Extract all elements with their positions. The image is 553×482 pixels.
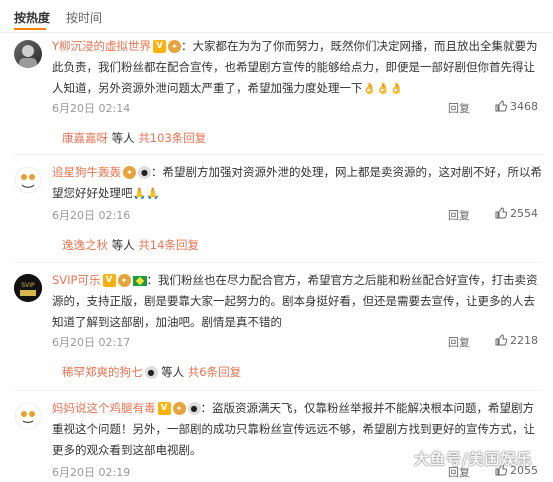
comment-item: 妈妈说这个鸡腿有毒 V ✦ ● ：盗版资源满天飞，仅靠粉丝举报并不能解决根本问题，希望剧… <box>0 396 553 482</box>
avatar-image <box>19 45 37 68</box>
sub-replies-summary[interactable]: 逸逸之秋 等人 共14条回复 <box>62 237 199 253</box>
comment-username[interactable]: Y柳沉浸的虚拟世界 <box>52 39 151 53</box>
fan-emblem-icon: ✦ <box>168 40 182 53</box>
reply-button[interactable]: 回复 <box>448 207 470 223</box>
avatar[interactable] <box>14 402 42 430</box>
comment-item: 追星狗牛轰轰 ✦ ● ：希望剧方加强对资源外泄的处理，网上都是卖资源的，这对剧不好，所… <box>0 160 553 256</box>
avatar-image: SVIP <box>14 274 42 302</box>
sub-reply-user[interactable]: 康嘉嘉呀 <box>62 131 108 145</box>
avatar[interactable]: SVIP <box>14 274 42 302</box>
comment-meta: 6月20日 02:17 回复 2218 <box>52 334 542 352</box>
like-button[interactable]: 3468 <box>495 100 538 113</box>
active-tab-indicator <box>14 28 46 30</box>
comment-time: 6月20日 02:16 <box>52 209 131 222</box>
sub-reply-connector: 等人 <box>108 238 139 252</box>
comment-item: SVIP SVIP可乐 V ✦ ：我们粉丝也在尽力配合官方，希望官方之后能和粉丝配合好… <box>0 268 553 388</box>
sub-reply-connector: 等人 <box>157 365 188 379</box>
vip-badge-icon: V <box>157 402 171 415</box>
thumbs-up-icon <box>495 207 508 219</box>
reply-button[interactable]: 回复 <box>448 334 470 350</box>
comment-meta: 6月20日 02:14 回复 3468 <box>52 100 542 118</box>
vip-badge-icon: V <box>153 40 167 53</box>
comment-item: Y柳沉浸的虚拟世界 V ✦ ：大家都在为为了你而努力，既然你们决定网播，而且放出全集就… <box>0 36 553 156</box>
comment-emoji: 🙏🙏 <box>132 187 160 200</box>
sort-by-time-tab[interactable]: 按时间 <box>66 9 102 26</box>
thumbs-up-icon <box>495 334 508 346</box>
comment-time: 6月20日 02:14 <box>52 102 131 115</box>
panda-badge-icon: ● <box>138 166 151 179</box>
reply-button[interactable]: 回复 <box>448 100 470 116</box>
divider <box>14 390 542 391</box>
comment-body: 追星狗牛轰轰 ✦ ● ：希望剧方加强对资源外泄的处理，网上都是卖资源的，这对剧不好，所… <box>52 162 542 204</box>
like-count: 3468 <box>510 100 538 113</box>
thumbs-up-icon <box>495 100 508 112</box>
comment-time: 6月20日 02:17 <box>52 336 131 349</box>
panda-badge-icon: ● <box>187 402 201 415</box>
comment-time: 6月20日 02:19 <box>52 466 131 479</box>
more-replies-link[interactable]: 共6条回复 <box>188 365 241 379</box>
comment-body: Y柳沉浸的虚拟世界 V ✦ ：大家都在为为了你而努力，既然你们决定网播，而且放出全集就… <box>52 36 542 99</box>
avatar-image <box>14 166 42 194</box>
sort-by-hot-tab[interactable]: 按热度 <box>14 9 50 26</box>
watermark-text: 大鱼号/美国娱乐 <box>414 450 533 468</box>
sort-bar: 按热度 按时间 <box>0 0 553 33</box>
comment-emoji: 👌👌👌 <box>362 82 404 95</box>
panda-badge-icon: ● <box>144 366 158 379</box>
like-button[interactable]: 2554 <box>495 207 538 220</box>
svg-text:SVIP: SVIP <box>21 282 35 289</box>
vip-badge-icon: V <box>102 274 116 287</box>
comment-username[interactable]: 追星狗牛轰轰 <box>52 165 121 179</box>
sub-replies-summary[interactable]: 康嘉嘉呀 等人 共103条回复 <box>62 130 206 146</box>
fan-emblem-icon: ✦ <box>117 274 131 287</box>
sub-reply-user[interactable]: 逸逸之秋 <box>62 238 108 252</box>
like-button[interactable]: 2218 <box>495 334 538 347</box>
avatar-image <box>14 402 42 430</box>
fan-emblem-icon: ✦ <box>123 166 136 179</box>
comment-body: SVIP可乐 V ✦ ：我们粉丝也在尽力配合官方，希望官方之后能和粉丝配合好宣传，打击… <box>52 270 542 333</box>
like-count: 2218 <box>510 334 538 347</box>
comment-meta: 6月20日 02:16 回复 2554 <box>52 207 542 225</box>
sub-reply-user[interactable]: 稀罕郑爽的狗七 <box>62 365 143 379</box>
comment-username[interactable]: 妈妈说这个鸡腿有毒 <box>52 401 156 415</box>
more-replies-link[interactable]: 共103条回复 <box>138 131 206 145</box>
sub-replies-summary[interactable]: 稀罕郑爽的狗七 ● 等人 共6条回复 <box>62 364 241 380</box>
avatar[interactable] <box>14 40 42 68</box>
fan-emblem-icon: ✦ <box>172 402 186 415</box>
divider <box>14 262 542 263</box>
sub-reply-connector: 等人 <box>108 131 139 145</box>
brazil-flag-icon <box>132 275 147 286</box>
avatar[interactable] <box>14 166 42 194</box>
divider <box>14 154 542 155</box>
like-count: 2554 <box>510 207 538 220</box>
more-replies-link[interactable]: 共14条回复 <box>138 238 199 252</box>
comment-username[interactable]: SVIP可乐 <box>52 273 101 287</box>
